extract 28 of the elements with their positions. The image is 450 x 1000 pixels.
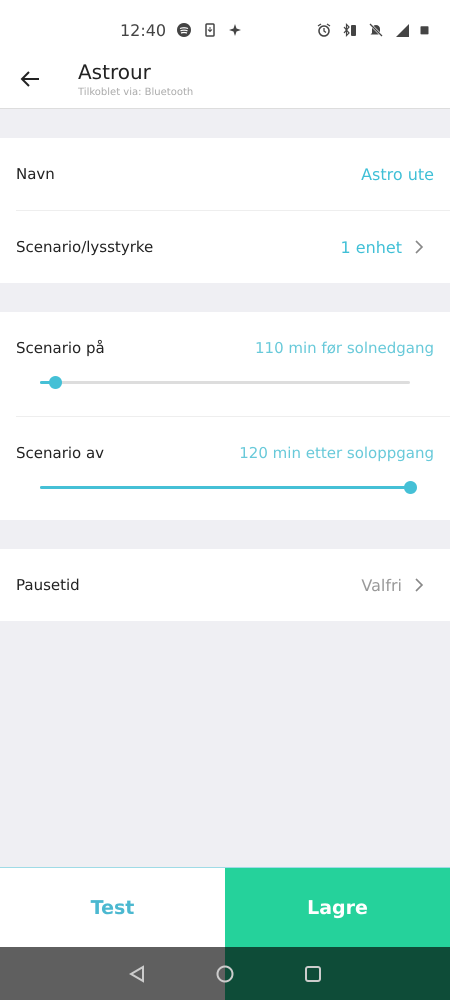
- screen-title: Astrour: [78, 60, 152, 84]
- setting-value: 120 min etter soloppgang: [239, 444, 434, 462]
- connection-subtitle: Tilkoblet via: Bluetooth: [78, 87, 194, 98]
- signal-icon: [394, 22, 410, 38]
- slider-thumb[interactable]: [48, 376, 62, 389]
- setting-value: Astro ute: [361, 164, 434, 184]
- back-nav-icon[interactable]: [128, 964, 146, 982]
- muted-bell-icon: [368, 22, 384, 38]
- setting-value: Valfri: [361, 576, 402, 594]
- setting-row[interactable]: Scenario/lysstyrke 1 enhet: [16, 210, 450, 283]
- bluetooth-battery-icon: [342, 22, 358, 38]
- setting-row[interactable]: Navn Astro ute: [0, 138, 450, 210]
- slider-thumb[interactable]: [404, 481, 417, 494]
- setting-label: Scenario/lysstyrke: [16, 238, 154, 256]
- music-app-icon: [176, 22, 192, 38]
- home-nav-icon[interactable]: [216, 964, 234, 982]
- setting-label: Pausetid: [16, 576, 81, 594]
- setting-row[interactable]: Pausetid Valfri: [0, 549, 450, 621]
- status-time: 12:40: [120, 20, 166, 40]
- setting-value: 1 enhet: [340, 238, 402, 256]
- chevron-icon: [414, 578, 424, 592]
- setting-label: Scenario på: [16, 339, 106, 357]
- setting-label: Navn: [16, 165, 56, 183]
- chevron-icon: [414, 240, 424, 254]
- setting-label: Scenario av: [16, 444, 106, 462]
- recents-nav-icon[interactable]: [304, 964, 322, 982]
- setting-value: 110 min før solnedgang: [254, 339, 434, 357]
- alarm-icon: [316, 22, 332, 38]
